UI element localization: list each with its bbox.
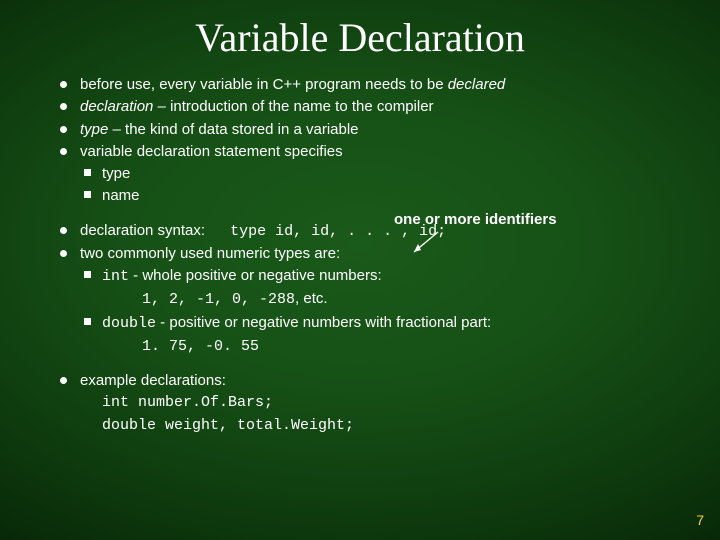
int-examples: 1, 2, -1, 0, -288, etc. xyxy=(80,289,690,310)
text: example declarations: xyxy=(80,372,226,389)
double-examples: 1. 75, -0. 55 xyxy=(80,336,690,357)
text: two commonly used numeric types are: xyxy=(80,245,340,262)
text: name xyxy=(102,187,140,204)
text: declaration syntax: xyxy=(80,222,205,239)
spacer xyxy=(56,359,690,371)
code-text: double xyxy=(102,315,156,332)
text: – introduction of the name to the compil… xyxy=(153,98,433,115)
example-line-2: double weight, total.Weight; xyxy=(80,416,690,436)
spacer xyxy=(56,209,690,221)
subbullet-int: int - whole positive or negative numbers… xyxy=(80,266,690,287)
bullet-syntax: declaration syntax: type id, id, . . . ,… xyxy=(56,221,690,242)
bullet-numeric-types: two commonly used numeric types are: xyxy=(56,244,690,264)
annotation-identifiers: one or more identifiers xyxy=(394,211,557,228)
bullet-type: type – the kind of data stored in a vari… xyxy=(56,120,690,140)
text: – the kind of data stored in a variable xyxy=(108,121,358,138)
em-text: type xyxy=(80,121,108,138)
text: , etc. xyxy=(295,290,328,307)
em-text: declaration xyxy=(80,98,153,115)
slide-title: Variable Declaration xyxy=(0,0,720,69)
subbullet-name: name xyxy=(80,186,690,206)
text: type xyxy=(102,165,130,182)
bullet-example-decl: example declarations: xyxy=(56,371,690,391)
text: - positive or negative numbers with frac… xyxy=(156,314,491,331)
example-line-1: int number.Of.Bars; xyxy=(80,393,690,413)
code-text: 1. 75, -0. 55 xyxy=(142,338,259,355)
text: variable declaration statement specifies xyxy=(80,143,343,160)
text: - whole positive or negative numbers: xyxy=(129,267,382,284)
bullet-declared: before use, every variable in C++ progra… xyxy=(56,75,690,95)
bullet-declaration: declaration – introduction of the name t… xyxy=(56,97,690,117)
subbullet-double: double - positive or negative numbers wi… xyxy=(80,313,690,334)
em-text: declared xyxy=(448,76,506,93)
page-number: 7 xyxy=(696,512,704,528)
bullet-specifies: variable declaration statement specifies xyxy=(56,142,690,162)
slide-body: before use, every variable in C++ progra… xyxy=(0,69,720,436)
slide: Variable Declaration before use, every v… xyxy=(0,0,720,540)
code-text: 1, 2, -1, 0, -288 xyxy=(142,291,295,308)
subbullet-type: type xyxy=(80,164,690,184)
code-text: int xyxy=(102,268,129,285)
text: before use, every variable in C++ progra… xyxy=(80,76,448,93)
